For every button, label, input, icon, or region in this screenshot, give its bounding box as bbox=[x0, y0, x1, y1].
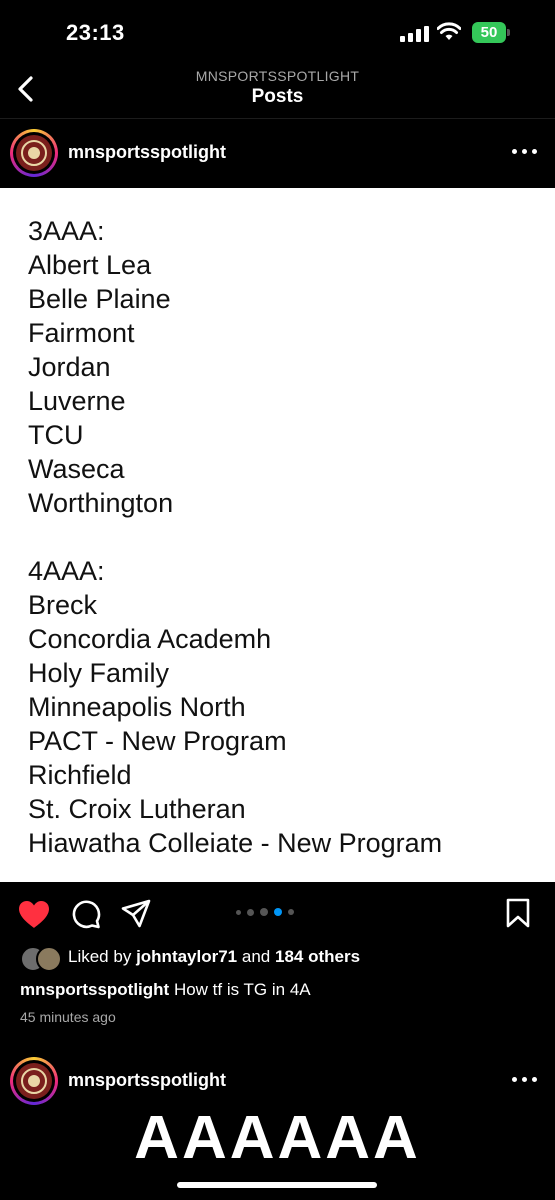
post-actions bbox=[0, 882, 555, 944]
page-title: Posts bbox=[251, 86, 304, 107]
avatar[interactable] bbox=[10, 1057, 58, 1105]
post-image-line: Concordia Academh bbox=[28, 624, 272, 654]
post-image-line: Richfield bbox=[28, 760, 132, 790]
carousel-dot bbox=[274, 908, 282, 916]
status-bar: 23:13 50 bbox=[0, 0, 555, 62]
post-username[interactable]: mnsportsspotlight bbox=[68, 142, 226, 163]
more-options-icon[interactable] bbox=[512, 148, 538, 156]
liked-by-user-link[interactable]: johntaylor71 bbox=[136, 947, 237, 966]
next-post-preview-text: AAAAAA bbox=[134, 1116, 421, 1172]
post-image-line: St. Croix Lutheran bbox=[28, 794, 246, 824]
post-image-line: TCU bbox=[28, 420, 84, 450]
logo-icon bbox=[16, 1063, 52, 1099]
nav-header: MNSPORTSSPOTLIGHT Posts bbox=[0, 62, 555, 119]
more-options-icon[interactable] bbox=[512, 1076, 538, 1084]
post-image-blank-line bbox=[28, 520, 442, 554]
carousel-dot bbox=[260, 908, 268, 916]
post-image-line: Jordan bbox=[28, 352, 111, 382]
carousel-dot bbox=[247, 908, 254, 916]
post-image-line: Waseca bbox=[28, 454, 125, 484]
home-indicator[interactable] bbox=[177, 1182, 377, 1188]
post-image-line: Belle Plaine bbox=[28, 284, 171, 314]
next-post-header: mnsportsspotlight bbox=[0, 1046, 555, 1116]
wifi-icon bbox=[437, 22, 461, 40]
post-image[interactable]: 3AAA: Albert Lea Belle Plaine Fairmont Jorda… bbox=[0, 188, 555, 882]
liker-avatar bbox=[36, 946, 62, 972]
post-timestamp: 45 minutes ago bbox=[20, 1009, 116, 1025]
carousel-dot bbox=[236, 909, 241, 915]
likes-row[interactable]: Liked by johntaylor71 and 184 others bbox=[0, 944, 555, 972]
battery-icon: 50 bbox=[472, 22, 510, 43]
account-name: MNSPORTSSPOTLIGHT bbox=[195, 68, 360, 84]
carousel-dot bbox=[288, 909, 294, 915]
caption: mnsportsspotlight How tf is TG in 4A bbox=[20, 980, 311, 1000]
post-image-line: Holy Family bbox=[28, 658, 170, 688]
liked-by-text: Liked by johntaylor71 and 184 others bbox=[68, 947, 361, 966]
avatar[interactable] bbox=[10, 129, 58, 177]
post-image-line: Luverne bbox=[28, 386, 126, 416]
post-image-line: PACT - New Program bbox=[28, 726, 287, 756]
comment-icon[interactable] bbox=[71, 899, 101, 929]
heart-icon[interactable] bbox=[17, 899, 51, 929]
share-icon[interactable] bbox=[120, 898, 152, 930]
post-image-line: 4AAA: bbox=[28, 556, 105, 586]
battery-level: 50 bbox=[472, 22, 506, 43]
post-image-line: Minneapolis North bbox=[28, 692, 246, 722]
status-time: 23:13 bbox=[66, 20, 125, 45]
liked-by-others-link[interactable]: 184 others bbox=[275, 947, 360, 966]
post-image-line: 3AAA: bbox=[28, 216, 105, 246]
post-image-line: Worthington bbox=[28, 488, 174, 518]
post-image-line: Hiawatha Colleiate - New Program bbox=[28, 828, 443, 858]
next-post-username[interactable]: mnsportsspotlight bbox=[68, 1070, 226, 1091]
caption-username[interactable]: mnsportsspotlight bbox=[20, 980, 169, 999]
bookmark-icon[interactable] bbox=[505, 898, 531, 928]
carousel-indicator bbox=[236, 907, 308, 917]
post-image-text: 3AAA: Albert Lea Belle Plaine Fairmont Jorda… bbox=[28, 214, 442, 860]
signal-icon bbox=[400, 26, 429, 42]
post-image-line: Fairmont bbox=[28, 318, 135, 348]
post-header: mnsportsspotlight bbox=[0, 118, 555, 188]
logo-icon bbox=[16, 135, 52, 171]
post-image-line: Albert Lea bbox=[28, 250, 152, 280]
post-image-line: Breck bbox=[28, 590, 98, 620]
caption-text: How tf is TG in 4A bbox=[173, 980, 311, 999]
